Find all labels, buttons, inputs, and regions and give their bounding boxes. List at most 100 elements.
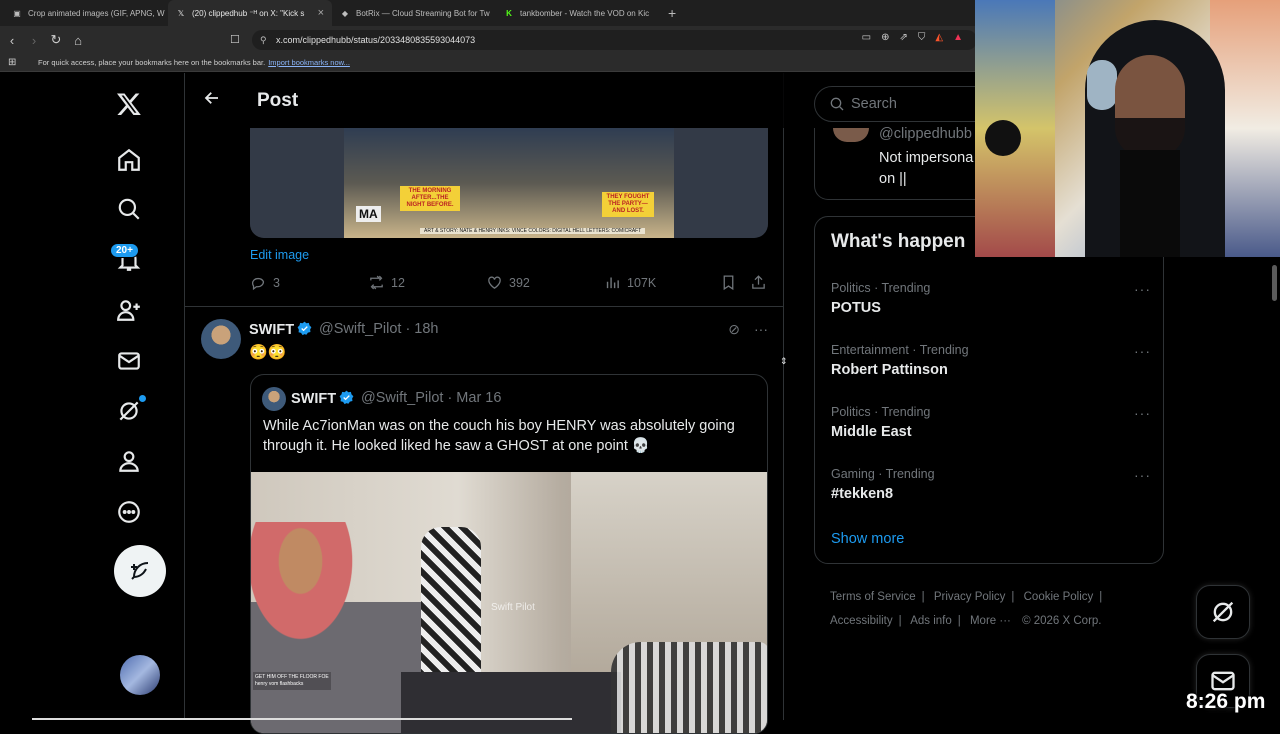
separator: | [921, 591, 925, 603]
messages-icon[interactable] [110, 342, 148, 380]
tab-title: tankbomber - Watch the VOD on Kic [520, 8, 650, 18]
reply-tweet[interactable]: SWIFT @Swift_Pilot · 18h 😳😳 ⊘ ··· SWIFT … [185, 307, 784, 734]
zoom-icon[interactable]: ⊕ [881, 32, 889, 43]
quoted-video[interactable]: Swift Pilot GET HIM OFF THE FLOOR FOE he… [251, 472, 767, 733]
quoted-tweet[interactable]: SWIFT @Swift_Pilot · Mar 16 While Ac7ion… [250, 374, 768, 734]
profile-icon[interactable] [110, 442, 148, 480]
privacy-link[interactable]: Privacy Policy [934, 591, 1006, 603]
adblock-icon[interactable]: ⛉ [918, 32, 926, 43]
video-chat-overlay: GET HIM OFF THE FLOOR FOE henry vom flas… [253, 672, 331, 690]
page-scrollbar[interactable] [1272, 265, 1277, 301]
profile-handle: @clippedhubb [879, 126, 972, 142]
views-icon [606, 277, 619, 289]
x-logo-icon[interactable] [110, 85, 148, 123]
webcam-microphone [985, 120, 1021, 156]
webcam-person-shirt [1120, 150, 1180, 257]
bookmark-star-icon[interactable]: ☐ [230, 33, 240, 46]
views-button[interactable]: 107K [604, 274, 656, 291]
page-title: Post [257, 90, 299, 111]
close-icon[interactable]: × [318, 7, 324, 19]
share-button[interactable] [750, 274, 767, 291]
more-options-icon[interactable]: ··· [1134, 467, 1151, 483]
more-options-icon[interactable]: ··· [1134, 281, 1151, 297]
new-tab-button[interactable]: + [668, 5, 676, 21]
account-avatar[interactable] [120, 655, 160, 695]
home-icon[interactable]: ⌂ [68, 30, 88, 50]
rewards-icon[interactable]: ▲ [953, 32, 963, 43]
post-header: Post [185, 73, 784, 128]
repost-button[interactable]: 12 [368, 274, 405, 291]
bookmark-button[interactable] [720, 274, 737, 291]
browser-tab-3[interactable]: ◆ BotRix — Cloud Streaming Bot for Tw [332, 0, 496, 26]
comic-panel [344, 128, 674, 238]
site-info-icon[interactable]: ⚲ [260, 35, 267, 46]
tweet-image-comic[interactable]: THE MORNING AFTER...THE NIGHT BEFORE. TH… [250, 128, 768, 238]
cookie-link[interactable]: Cookie Policy [1024, 591, 1094, 603]
quoted-name-text: SWIFT [291, 391, 337, 407]
cursor-icon: ⇕ [780, 356, 788, 366]
separator: | [898, 615, 902, 627]
follow-icon[interactable] [110, 291, 148, 329]
trend-category: Politics · Trending [831, 281, 931, 295]
browser-tab-2[interactable]: 𝕏 (20) clippedhub ⁻ᴴ on X: "Kick s × [168, 0, 332, 26]
bookmarks-hint: For quick access, place your bookmarks h… [38, 58, 266, 67]
quoted-author-name: SWIFT [291, 390, 354, 407]
forward-arrow-icon[interactable]: › [24, 30, 44, 50]
trend-item[interactable]: Gaming · Trending #tekken8 ··· [831, 467, 1151, 517]
edit-image-link[interactable]: Edit image [250, 248, 309, 262]
main-column: Post THE MORNING AFTER...THE NIGHT BEFOR… [184, 73, 784, 734]
trend-item[interactable]: Politics · Trending Middle East ··· [831, 405, 1151, 455]
trend-category: Gaming · Trending [831, 467, 935, 481]
terms-link[interactable]: Terms of Service [830, 591, 916, 603]
trend-name: Robert Pattinson [831, 362, 948, 378]
avatar[interactable] [201, 319, 241, 359]
verified-badge-icon [297, 321, 312, 336]
video-scene-person [611, 642, 767, 733]
x-logo-icon: 𝕏 [177, 8, 185, 18]
reply-button[interactable]: 3 [250, 274, 280, 291]
more-options-icon[interactable]: ··· [754, 321, 768, 338]
apps-grid-icon[interactable]: ⊞ [8, 57, 16, 68]
search-placeholder: Search [851, 96, 897, 112]
botrix-icon: ◆ [341, 8, 349, 18]
more-icon[interactable] [110, 493, 148, 531]
accessibility-link[interactable]: Accessibility [830, 615, 893, 627]
tweet-author-name[interactable]: SWIFT [249, 321, 312, 338]
footer-links: Terms of Service | Privacy Policy | Cookie… [830, 585, 1150, 633]
back-arrow-icon[interactable] [203, 89, 221, 112]
search-icon [830, 97, 844, 111]
grok-icon[interactable]: ⊘ [728, 321, 740, 338]
back-arrow-icon[interactable]: ‹ [2, 30, 22, 50]
like-count: 392 [509, 275, 530, 290]
ads-info-link[interactable]: Ads info [910, 615, 952, 627]
left-navigation: 20+ [110, 73, 170, 720]
more-link[interactable]: More ··· [970, 615, 1011, 627]
trend-item[interactable]: Politics · Trending POTUS ··· [831, 281, 1151, 331]
cast-icon[interactable]: ▭ [862, 32, 871, 43]
copyright: © 2026 X Corp. [1022, 615, 1102, 627]
trends-title: What's happen [831, 231, 966, 252]
trend-category: Entertainment · Trending [831, 343, 969, 357]
home-icon[interactable] [110, 141, 148, 179]
webcam-overlay [975, 0, 1280, 257]
comic-publisher-logo: MA [356, 206, 381, 222]
more-options-icon[interactable]: ··· [1134, 343, 1151, 359]
explore-search-icon[interactable] [110, 190, 148, 228]
import-bookmarks-link[interactable]: Import bookmarks now... [268, 58, 350, 67]
browser-tab-4[interactable]: K tankbomber - Watch the VOD on Kic [496, 0, 660, 26]
show-more-link[interactable]: Show more [831, 531, 904, 547]
tweet-handle[interactable]: @Swift_Pilot · 18h [319, 321, 439, 337]
image-icon: ▣ [13, 8, 21, 18]
more-options-icon[interactable]: ··· [1134, 405, 1151, 421]
compose-post-button[interactable] [114, 545, 166, 597]
browser-tab-1[interactable]: ▣ Crop animated images (GIF, APNG, W [4, 0, 168, 26]
grok-floating-button[interactable] [1196, 585, 1250, 639]
avatar [833, 128, 869, 142]
like-button[interactable]: 392 [486, 274, 530, 291]
reload-icon[interactable]: ↻ [46, 30, 66, 50]
trend-name: #tekken8 [831, 486, 894, 502]
trend-item[interactable]: Entertainment · Trending Robert Pattinso… [831, 343, 1151, 393]
kick-icon: K [506, 8, 512, 18]
share-icon[interactable]: ⇗ [900, 32, 908, 43]
brave-shield-icon[interactable]: ◭ [935, 32, 943, 43]
